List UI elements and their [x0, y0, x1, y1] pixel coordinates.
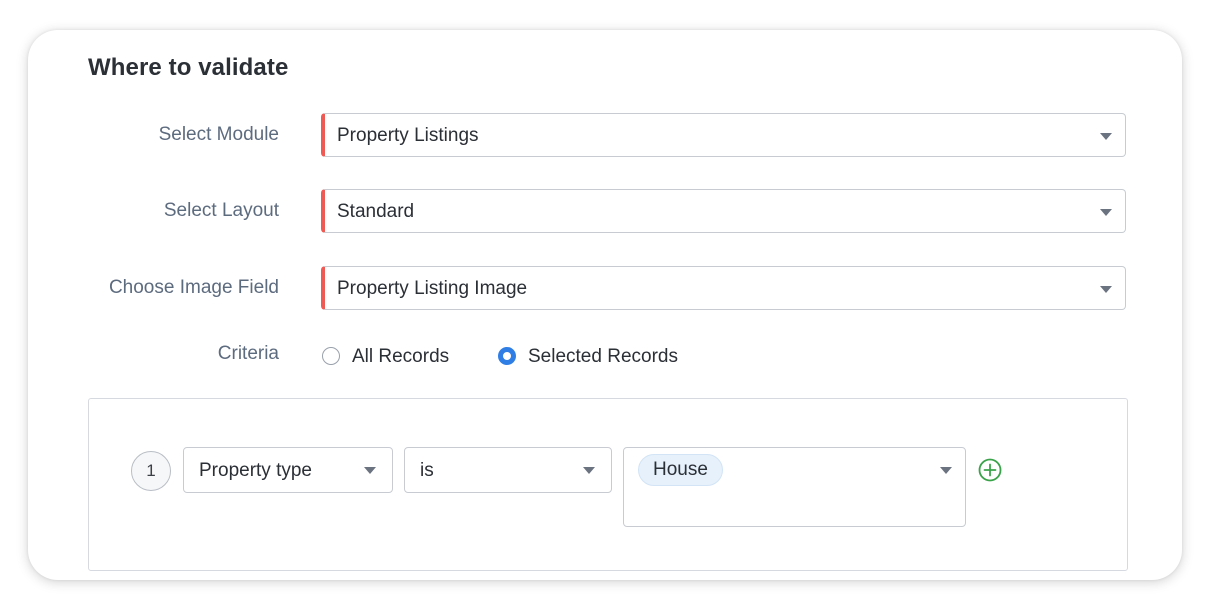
validation-card: Where to validate Select Module Property…	[28, 30, 1182, 580]
module-label: Select Module	[158, 124, 279, 145]
rule-index-badge: 1	[131, 451, 171, 491]
rule-field-select[interactable]: Property type	[183, 447, 393, 493]
value-chip-house[interactable]: House	[638, 454, 723, 486]
caret-down-icon	[1100, 209, 1112, 216]
layout-select[interactable]: Standard	[321, 189, 1126, 233]
rule-operator-value: is	[420, 460, 434, 481]
layout-label: Select Layout	[163, 200, 279, 221]
section-title: Where to validate	[88, 54, 289, 81]
rule-field-value: Property type	[199, 460, 312, 481]
radio-unchecked-icon	[322, 347, 340, 365]
caret-down-icon	[1100, 286, 1112, 293]
radio-all-records-label: All Records	[352, 346, 450, 367]
module-select-value: Property Listings	[337, 125, 479, 146]
radio-checked-icon	[498, 347, 516, 365]
caret-down-icon	[940, 467, 952, 474]
layout-select-value: Standard	[337, 201, 415, 222]
image-field-select[interactable]: Property Listing Image	[321, 266, 1126, 310]
caret-down-icon	[364, 467, 376, 474]
caret-down-icon	[583, 467, 595, 474]
plus-circle-icon[interactable]	[978, 458, 1002, 482]
rule-operator-select[interactable]: is	[404, 447, 612, 493]
image-field-label: Choose Image Field	[108, 277, 279, 298]
module-select[interactable]: Property Listings	[321, 113, 1126, 157]
criteria-label: Criteria	[217, 343, 279, 364]
rule-value-multiselect[interactable]: House	[623, 447, 966, 527]
criteria-rules-box: 1 Property type is House	[88, 398, 1128, 571]
radio-selected-records-label: Selected Records	[528, 346, 678, 367]
image-field-select-value: Property Listing Image	[337, 278, 528, 299]
caret-down-icon	[1100, 133, 1112, 140]
